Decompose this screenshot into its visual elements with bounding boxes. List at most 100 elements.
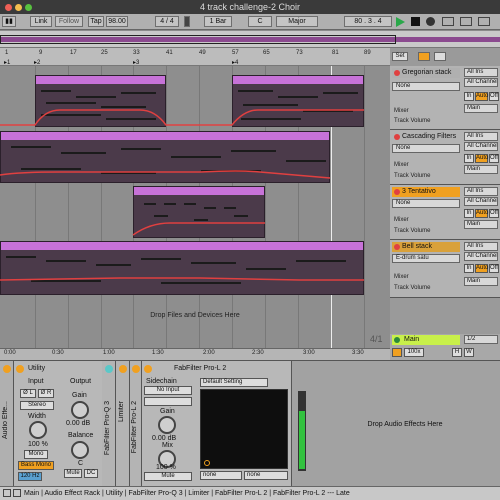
mono-button[interactable]: Mono	[24, 450, 48, 459]
close-window-button[interactable]	[5, 4, 12, 11]
monitor-auto-button[interactable]: Auto	[475, 92, 488, 101]
width-value[interactable]: 100 %	[28, 441, 48, 448]
record-icon[interactable]	[426, 17, 435, 26]
time-ruler[interactable]: 0:00 0:30 1:00 1:30 2:00 2:30 3:00 3:30	[0, 348, 390, 360]
volume-automation[interactable]	[0, 130, 390, 185]
pro-l2-collapsed-device[interactable]: FabFilter Pro-L 2	[130, 361, 142, 487]
channel-select[interactable]: All Channels	[464, 78, 498, 87]
volume-automation[interactable]	[0, 240, 390, 298]
lock-icon[interactable]	[434, 52, 446, 61]
audio-effect-rack[interactable]: Audio Effe...	[0, 361, 14, 487]
tap-button[interactable]: Tap	[88, 16, 104, 27]
automation-param-label[interactable]: Track Volume	[394, 173, 430, 179]
volume-automation[interactable]	[0, 185, 390, 240]
minimize-window-button[interactable]	[15, 4, 22, 11]
track-activator-icon[interactable]	[394, 70, 400, 76]
locator-marker[interactable]: ▸1	[4, 59, 10, 66]
audio-to-select[interactable]: Main	[464, 277, 498, 286]
pro-q3-device[interactable]: FabFilter Pro-Q 3	[102, 361, 116, 487]
monitor-in-button[interactable]: In	[464, 92, 474, 101]
parameter-select-a[interactable]: none	[200, 471, 242, 480]
parameter-select-b[interactable]: none	[244, 471, 288, 480]
utility-activator-icon[interactable]	[16, 365, 24, 373]
track-header[interactable]: Gregorian stack All Ins None All Channel…	[390, 66, 500, 130]
midi-from-select[interactable]: All Ins	[464, 132, 498, 141]
main-fold-icon[interactable]	[392, 348, 402, 357]
sidechain-input-select[interactable]: No Input	[144, 386, 192, 395]
follow-button[interactable]: Follow	[55, 16, 83, 27]
main-activator-icon[interactable]	[394, 337, 400, 343]
prol2-gain-value[interactable]: 0.00 dB	[152, 435, 176, 442]
track-name[interactable]: Gregorian stack	[392, 68, 460, 78]
quantize-select[interactable]: 1 Bar	[204, 16, 232, 27]
monitor-auto-button[interactable]: Auto	[475, 154, 488, 163]
automation-param-label[interactable]: Track Volume	[394, 118, 430, 124]
plugin-display[interactable]	[200, 389, 288, 469]
mute-button[interactable]: Mute	[64, 469, 82, 478]
time-signature-field[interactable]: 4 / 4	[155, 16, 179, 27]
bass-frequency-field[interactable]: 120 Hz	[18, 472, 42, 481]
gain-value[interactable]: 0.00 dB	[66, 420, 90, 427]
zoom-ratio[interactable]: 4/1	[370, 334, 383, 344]
main-track-name[interactable]: Main	[392, 335, 460, 345]
pro-l2-device[interactable]: FabFilter Pro-L 2 Sidechain No Input Def…	[142, 361, 292, 487]
balance-value[interactable]: C	[78, 460, 83, 467]
track-name[interactable]: Bell stack	[392, 242, 460, 252]
track-lane-cascading[interactable]	[0, 130, 390, 185]
automation-device-label[interactable]: Mixer	[394, 274, 409, 280]
device-select[interactable]: None	[392, 144, 460, 153]
track-header[interactable]: Bell stack All Ins E-drum satu All Chann…	[390, 240, 500, 298]
midi-from-select[interactable]: All Ins	[464, 242, 498, 251]
tempo-field[interactable]: 98.00	[106, 16, 128, 27]
balance-knob[interactable]	[71, 441, 89, 459]
mix-value[interactable]: 100 %	[156, 464, 176, 471]
overview-viewport[interactable]	[0, 35, 396, 44]
prol2-activator-icon[interactable]	[132, 365, 140, 373]
phase-left-button[interactable]: Ø L	[20, 389, 36, 398]
locator-marker[interactable]: ▸3	[133, 59, 139, 66]
rack-activator-icon[interactable]	[3, 365, 11, 373]
beat-time-ruler[interactable]: 1 9 17 25 33 41 49 57 65 73 81 89 ▸1 ▸2 …	[0, 48, 390, 66]
view-toggle-icon[interactable]: ▮▮	[2, 16, 16, 27]
monitor-in-button[interactable]: In	[464, 154, 474, 163]
song-position-field[interactable]: 80 . 3 . 4	[344, 16, 392, 27]
track-lane-gregorian[interactable]	[0, 66, 390, 130]
zoom-window-button[interactable]	[25, 4, 32, 11]
audio-to-select[interactable]: Main	[464, 220, 498, 229]
width-button[interactable]: W	[464, 348, 474, 357]
key-select[interactable]: C	[248, 16, 272, 27]
monitor-auto-button[interactable]: Auto	[475, 264, 488, 273]
track-lane-bell[interactable]	[0, 240, 390, 298]
main-zoom-field[interactable]: 100x	[404, 348, 424, 357]
track-header[interactable]: 3 Tentativo All Ins None All Channels In…	[390, 185, 500, 240]
play-icon[interactable]	[396, 17, 405, 27]
monitor-in-button[interactable]: In	[464, 264, 474, 273]
limiter-activator-icon[interactable]	[119, 365, 127, 373]
track-activator-icon[interactable]	[394, 189, 400, 195]
volume-automation[interactable]	[0, 66, 390, 130]
scale-select[interactable]: Major	[276, 16, 318, 27]
prol2-device-activator-icon[interactable]	[144, 365, 152, 373]
plugin-power-icon[interactable]	[204, 460, 210, 466]
drop-audio-effects-zone[interactable]: Drop Audio Effects Here	[312, 375, 498, 483]
limiter-device[interactable]: Limiter	[116, 361, 130, 487]
device-select[interactable]: None	[392, 199, 460, 208]
automation-device-label[interactable]: Mixer	[394, 108, 409, 114]
sidechain-channel-select[interactable]	[144, 397, 192, 406]
midi-from-select[interactable]: All Ins	[464, 68, 498, 77]
loop-icon[interactable]	[478, 17, 490, 26]
channel-select[interactable]: All Channels	[464, 252, 498, 261]
locator-marker[interactable]: ▸2	[34, 59, 40, 66]
monitor-in-button[interactable]: In	[464, 209, 474, 218]
main-output-select[interactable]: 1/2	[464, 335, 498, 344]
track-name[interactable]: Cascading Filters	[392, 132, 460, 142]
overview-toggle-icon[interactable]	[13, 489, 21, 497]
monitor-off-button[interactable]: Off	[489, 264, 499, 273]
automation-device-label[interactable]: Mixer	[394, 162, 409, 168]
draw-mode-icon[interactable]	[418, 52, 430, 61]
gain-knob[interactable]	[71, 401, 89, 419]
overdub-icon[interactable]	[460, 17, 472, 26]
automation-param-label[interactable]: Track Volume	[394, 228, 430, 234]
monitor-off-button[interactable]: Off	[489, 92, 499, 101]
width-knob[interactable]	[29, 421, 47, 439]
